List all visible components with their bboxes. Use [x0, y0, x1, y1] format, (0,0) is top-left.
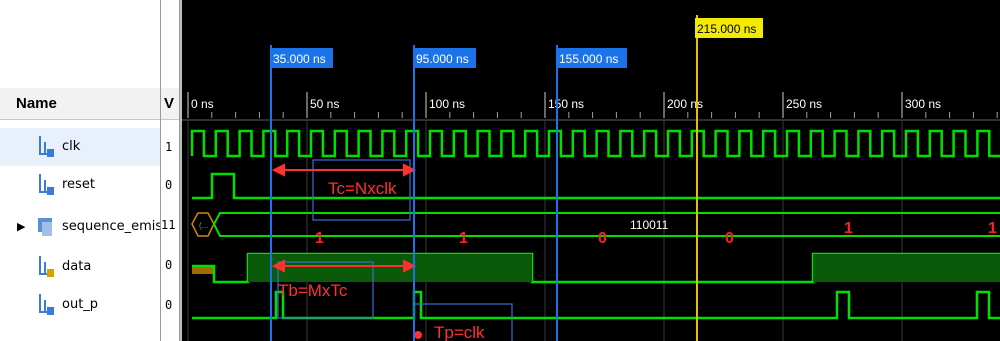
bus-digit: 0 [725, 230, 734, 247]
signal-icon [39, 136, 54, 157]
signal-icon [39, 174, 54, 195]
signal-label: sequence_emis [62, 219, 163, 234]
signal-label: out_p [62, 297, 99, 312]
signal-row-sequence_emis[interactable]: ▶ sequence_emis [0, 208, 163, 246]
tb-annotation: Tb=MxTc [278, 281, 348, 300]
signal-icon [39, 294, 54, 315]
signal-label: clk [62, 139, 81, 154]
tp-annotation: Tp=clk [434, 323, 485, 341]
bus-digit: 1 [988, 220, 997, 237]
tc-arrow [271, 163, 417, 177]
signal-value: 11 [161, 218, 176, 232]
signal-row-data[interactable]: data [0, 248, 160, 286]
marker-label: 35.000 ns [273, 52, 326, 66]
signal-value: 0 [165, 298, 173, 312]
waveform-viewer: Name clk reset ▶ sequence_emis data out_… [0, 0, 1000, 341]
value-column-header[interactable]: V [161, 88, 179, 120]
signal-label: reset [62, 177, 95, 192]
bus-digit: 1 [844, 220, 853, 237]
signal-row-reset[interactable]: reset [0, 166, 160, 204]
signal-value: 0 [165, 178, 173, 192]
waveform-canvas: 0 ns 50 ns 100 ns 150 ns 200 ns 250 ns 300 ns … [182, 15, 1000, 341]
time-tick-label: 50 ns [310, 97, 339, 111]
expand-arrow-icon[interactable]: ▶ [17, 220, 25, 233]
bus-digit: 1 [315, 230, 324, 247]
time-tick-label: 100 ns [429, 97, 465, 111]
signal-value-panel: V 1 0 11 0 0 [160, 0, 180, 341]
signal-label: data [62, 259, 92, 274]
signal-icon [39, 256, 54, 277]
clk-waveform [190, 129, 1000, 158]
signal-row-out_p[interactable]: out_p [0, 286, 160, 324]
data-waveform [192, 252, 1000, 284]
tc-annotation: Tc=Nxclk [328, 179, 397, 198]
bus-digit: 1 [459, 230, 468, 247]
signal-value: 1 [165, 140, 173, 154]
signal-value: 0 [165, 258, 173, 272]
cursor-label: 215.000 ns [697, 22, 756, 36]
time-tick-label: 250 ns [786, 97, 822, 111]
name-column-header[interactable]: Name [0, 88, 160, 120]
signal-name-panel: Name clk reset ▶ sequence_emis data out_… [0, 0, 163, 341]
bus-digit: 0 [598, 230, 607, 247]
time-tick-label: 300 ns [905, 97, 941, 111]
tp-marker-icon [414, 331, 422, 339]
time-tick-label: 150 ns [548, 97, 584, 111]
marker-label: 95.000 ns [416, 52, 469, 66]
waveform-area[interactable]: 0 ns 50 ns 100 ns 150 ns 200 ns 250 ns 300 ns … [180, 0, 1000, 341]
bus-icon [38, 218, 52, 236]
time-tick-label: 0 ns [191, 97, 214, 111]
signal-row-clk[interactable]: clk [0, 128, 160, 166]
marker-label: 155.000 ns [559, 52, 618, 66]
bus-collapsed-value: (... [199, 221, 208, 230]
bus-center-value: 110011 [630, 218, 669, 232]
